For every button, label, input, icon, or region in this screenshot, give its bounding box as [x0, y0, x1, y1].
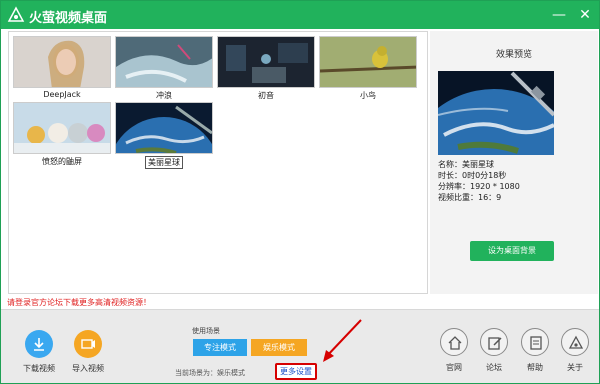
gallery-label: DeepJack [43, 90, 81, 99]
download-video-button[interactable] [25, 330, 53, 358]
gallery-label: 初音 [258, 91, 274, 100]
gallery-thumb-earth[interactable] [115, 102, 213, 154]
gallery-thumb-miku[interactable] [217, 36, 315, 88]
info-name: 名称：美丽星球 [438, 160, 494, 169]
download-label: 下载视频 [23, 364, 55, 373]
set-wallpaper-button[interactable]: 设为桌面背景 [470, 241, 554, 261]
gallery-label: 冲浪 [156, 91, 172, 100]
gallery-thumb-deepjack[interactable] [13, 36, 111, 88]
import-label: 导入视频 [72, 364, 104, 373]
earth-preview-image [438, 71, 554, 155]
portrait-image [14, 37, 110, 87]
info-ratio: 视频比重：16：9 [438, 193, 502, 202]
more-settings-button[interactable]: 更多设置 [275, 363, 317, 380]
preview-panel: 效果预览 名称：美丽星球 时长：0时0分18秒 分辨率：1920 * 1080 … [430, 31, 598, 294]
help-button[interactable] [521, 328, 549, 356]
gallery-thumb-surf[interactable] [115, 36, 213, 88]
gallery-label-selected: 美丽星球 [145, 156, 183, 169]
import-video-icon [81, 339, 95, 349]
focus-mode-button[interactable]: 专注模式 [193, 339, 247, 356]
room-image [218, 37, 314, 87]
app-title: 火萤视频桌面 [29, 11, 108, 26]
close-button[interactable]: ✕ [575, 5, 595, 25]
bird-image [320, 37, 416, 87]
website-button[interactable] [440, 328, 468, 356]
gallery-thumb-angry-birds[interactable] [13, 102, 111, 154]
edit-icon [488, 337, 502, 350]
gallery-thumb-bird[interactable] [319, 36, 417, 88]
import-video-button[interactable] [74, 330, 102, 358]
info-duration: 时长：0时0分18秒 [438, 171, 507, 180]
about-button[interactable] [561, 328, 589, 356]
gallery-label: 小鸟 [360, 91, 376, 100]
fun-mode-button[interactable]: 娱乐模式 [251, 339, 307, 356]
preview-image [438, 71, 554, 155]
red-arrow-annotation [323, 319, 362, 362]
surf-image [116, 37, 212, 87]
preview-title: 效果预览 [495, 50, 532, 60]
scene-label: 使用场景 [192, 327, 220, 335]
nav-label: 关于 [567, 363, 583, 372]
video-gallery: DeepJack 冲浪 初音 小鸟 愤怒的鼬屏 美丽星球 [8, 31, 428, 294]
gallery-label: 愤怒的鼬屏 [42, 157, 82, 166]
title-bar[interactable]: 火萤视频桌面 — ✕ [1, 1, 599, 29]
info-resolution: 分辨率：1920 * 1080 [438, 182, 520, 191]
firefly-logo-icon [7, 6, 25, 22]
forum-button[interactable] [480, 328, 508, 356]
home-icon [448, 336, 462, 350]
forum-notice[interactable]: 请登录官方论坛下载更多高清视频资源！ [7, 297, 151, 308]
document-icon [530, 336, 542, 350]
current-scene-text: 当前场景为：娱乐模式 [175, 369, 245, 377]
logo-icon [568, 335, 584, 349]
app-window: 火萤视频桌面 — ✕ DeepJack 冲浪 初音 小鸟 愤怒的鼬屏 美丽星球 … [0, 0, 600, 384]
bottom-toolbar: 下载视频 导入视频 使用场景 专注模式 娱乐模式 当前场景为：娱乐模式 更多设置… [1, 309, 599, 383]
download-icon [34, 338, 44, 351]
earth-image [116, 103, 212, 153]
minimize-button[interactable]: — [549, 5, 569, 25]
birds-image [14, 103, 110, 153]
